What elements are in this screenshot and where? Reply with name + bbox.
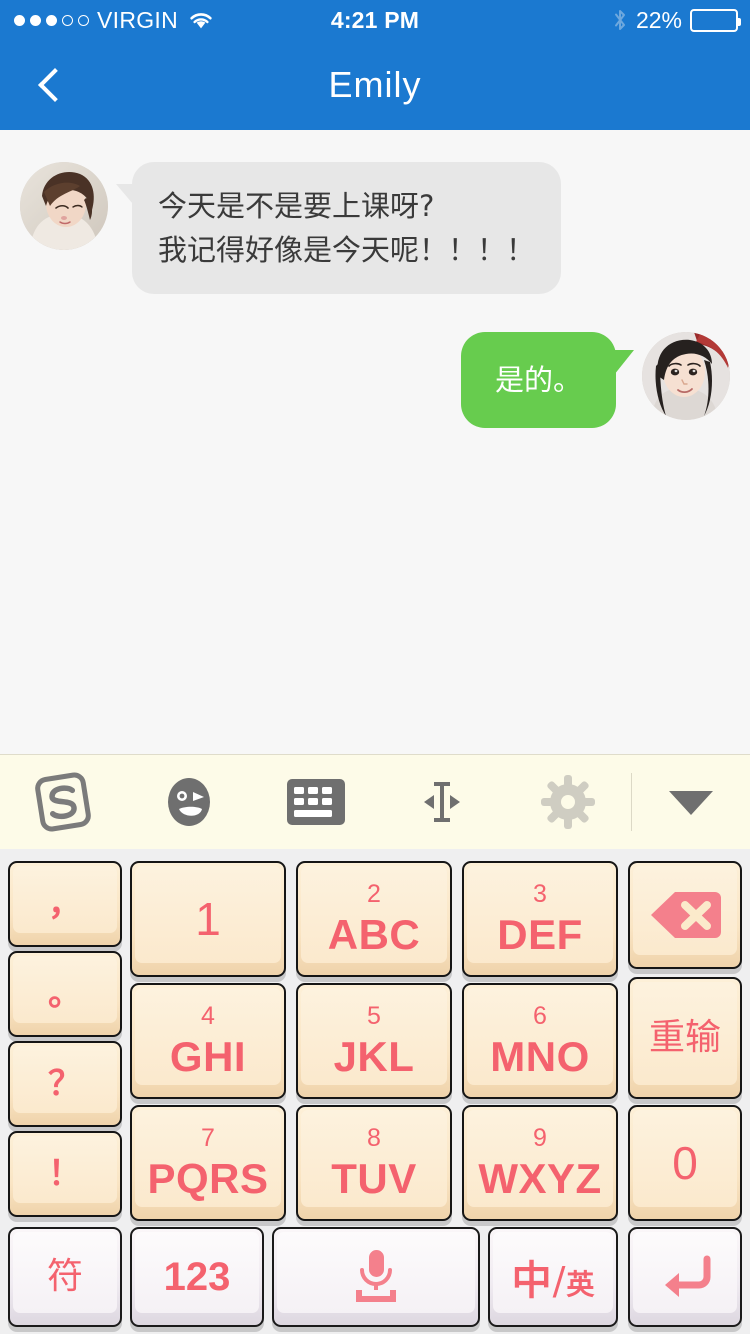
key-label: 重输 bbox=[648, 1017, 721, 1058]
key-redo[interactable]: 重输 bbox=[628, 977, 742, 1099]
status-bar: VIRGIN 4:21 PM 22% bbox=[0, 0, 750, 40]
key-letters: TUV bbox=[331, 1155, 417, 1202]
lang-slash: / bbox=[552, 1259, 566, 1303]
key-symbols[interactable]: 符 bbox=[8, 1227, 122, 1327]
key-letters: GHI bbox=[169, 1033, 247, 1080]
key-letters: MNO bbox=[490, 1033, 590, 1080]
key-label: 123 bbox=[163, 1255, 231, 1299]
key-label: 中 / 英 bbox=[512, 1248, 595, 1306]
key-4[interactable]: 4 GHI bbox=[130, 983, 286, 1099]
key-comma[interactable]: ， bbox=[8, 861, 122, 947]
key-label: ， bbox=[48, 884, 82, 924]
key-letters: ABC bbox=[327, 911, 421, 958]
bubble-wrap-outgoing: 是的。 bbox=[460, 332, 642, 429]
key-3[interactable]: 3 DEF bbox=[462, 861, 618, 977]
key-label: ？ bbox=[48, 1064, 82, 1104]
key-digit: 2 bbox=[367, 880, 381, 908]
key-digit: 7 bbox=[201, 1124, 215, 1152]
battery-icon bbox=[690, 8, 741, 32]
key-1[interactable]: 1 bbox=[130, 861, 286, 977]
cursor-move-icon[interactable] bbox=[379, 755, 505, 849]
sogou-logo-icon[interactable] bbox=[0, 755, 126, 849]
key-2[interactable]: 2 ABC bbox=[296, 861, 452, 977]
key-digit: 8 bbox=[367, 1124, 381, 1152]
key-question[interactable]: ？ bbox=[8, 1041, 122, 1127]
key-lang-toggle[interactable]: 中 / 英 bbox=[488, 1227, 618, 1327]
emoji-face-icon[interactable] bbox=[126, 755, 252, 849]
key-label: 符 bbox=[46, 1256, 83, 1297]
key-0[interactable]: 0 bbox=[628, 1105, 742, 1221]
key-digit: 3 bbox=[533, 880, 547, 908]
enter-arrow-icon bbox=[665, 1255, 711, 1297]
phone-screen: VIRGIN 4:21 PM 22% Emily 今天是不是要上课呀? 我记得好… bbox=[0, 0, 750, 1334]
key-9[interactable]: 9 WXYZ bbox=[462, 1105, 618, 1221]
avatar-me[interactable] bbox=[642, 332, 730, 421]
message-bubble-incoming[interactable]: 今天是不是要上课呀? 我记得好像是今天呢！！！！ bbox=[115, 162, 562, 295]
key-digit: 9 bbox=[533, 1124, 547, 1152]
status-bar-right: 22% bbox=[612, 0, 741, 40]
key-5[interactable]: 5 JKL bbox=[296, 983, 452, 1099]
message-line: 我记得好像是今天呢！！！！ bbox=[158, 233, 536, 268]
key-123[interactable]: 123 bbox=[130, 1227, 264, 1327]
key-letters: DEF bbox=[497, 911, 583, 958]
key-letters: PQRS bbox=[147, 1155, 269, 1202]
bluetooth-icon bbox=[612, 8, 628, 32]
key-label: 。 bbox=[48, 974, 82, 1014]
nav-bar: Emily bbox=[0, 40, 750, 130]
chevron-down-icon[interactable] bbox=[632, 755, 750, 849]
bubble-wrap-incoming: 今天是不是要上课呀? 我记得好像是今天呢！！！！ bbox=[108, 162, 562, 295]
key-8[interactable]: 8 TUV bbox=[296, 1105, 452, 1221]
message-line: 是的。 bbox=[494, 363, 582, 398]
key-label: 1 bbox=[195, 893, 221, 945]
key-letters: WXYZ bbox=[478, 1155, 602, 1202]
key-digit: 4 bbox=[201, 1002, 215, 1030]
avatar-emily[interactable] bbox=[20, 162, 108, 250]
message-row-outgoing: 是的。 bbox=[0, 332, 750, 429]
battery-percent-label: 22% bbox=[635, 6, 682, 33]
message-row-incoming: 今天是不是要上课呀? 我记得好像是今天呢！！！！ bbox=[0, 162, 750, 295]
keyboard-icon[interactable] bbox=[252, 755, 378, 849]
key-exclaim[interactable]: ！ bbox=[8, 1131, 122, 1217]
lang-chinese-label: 中 bbox=[511, 1258, 552, 1304]
gear-icon[interactable] bbox=[505, 755, 631, 849]
key-period[interactable]: 。 bbox=[8, 951, 122, 1037]
backspace-icon bbox=[651, 892, 721, 938]
key-enter[interactable] bbox=[628, 1227, 742, 1327]
key-backspace[interactable] bbox=[628, 861, 742, 969]
keyboard-toolbar bbox=[0, 754, 750, 850]
key-7[interactable]: 7 PQRS bbox=[130, 1105, 286, 1221]
key-voice[interactable] bbox=[272, 1227, 480, 1327]
key-digit: 5 bbox=[367, 1002, 381, 1030]
key-label: ！ bbox=[48, 1154, 82, 1194]
key-digit: 6 bbox=[533, 1002, 547, 1030]
keyboard[interactable]: ， 。 ？ ！ 1 2 ABC 3 DEF 4 GHI 5 JKL 6 MNO … bbox=[0, 849, 750, 1334]
lang-english-label: 英 bbox=[566, 1268, 595, 1301]
key-6[interactable]: 6 MNO bbox=[462, 983, 618, 1099]
key-letters: JKL bbox=[333, 1033, 415, 1080]
microphone-icon bbox=[356, 1250, 396, 1302]
chat-message-list[interactable]: 今天是不是要上课呀? 我记得好像是今天呢！！！！ 是的。 bbox=[0, 130, 750, 754]
message-line: 今天是不是要上课呀? bbox=[158, 189, 435, 223]
page-title: Emily bbox=[328, 64, 422, 105]
key-label: 0 bbox=[672, 1137, 698, 1189]
keyboard-grid: ， 。 ？ ！ 1 2 ABC 3 DEF 4 GHI 5 JKL 6 MNO … bbox=[0, 855, 750, 1334]
message-bubble-outgoing[interactable]: 是的。 bbox=[460, 332, 635, 429]
